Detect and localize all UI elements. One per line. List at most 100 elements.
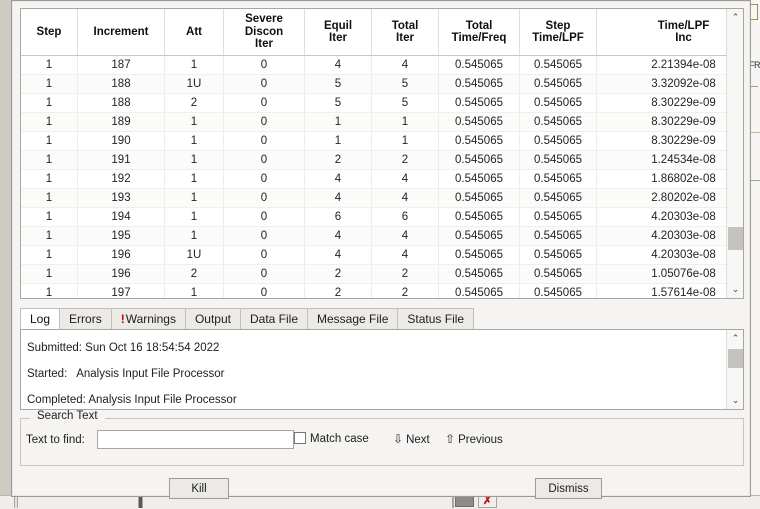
scroll-up-icon[interactable]: ⌃: [727, 9, 743, 26]
cell-step: 1: [21, 93, 78, 113]
column-header-line: Iter: [396, 32, 414, 44]
cell-step_time_lpf: 0.545065: [519, 207, 597, 227]
table-row[interactable]: 1 195 1 0 4 4 0.545065 0.545065 4.20303e-08: [21, 226, 743, 246]
tab-status-file[interactable]: Status File: [397, 308, 475, 329]
search-input[interactable]: [97, 430, 294, 449]
cell-severe_discon: 0: [223, 245, 305, 265]
column-header-severe_discon[interactable]: Severe Discon Iter: [223, 9, 305, 56]
column-header-time_lpf_inc[interactable]: Time/LPF Inc: [596, 9, 743, 56]
tab-data-file[interactable]: Data File: [239, 308, 309, 329]
column-header-equil_iter[interactable]: Equil Iter: [304, 9, 372, 56]
cell-total_iter: 2: [371, 264, 439, 284]
table-row[interactable]: 1 196 1U 0 4 4 0.545065 0.545065 4.20303e-08: [21, 245, 743, 265]
table-scrollbar-thumb[interactable]: [728, 227, 743, 251]
log-vertical-scrollbar[interactable]: ⌃ ⌄: [726, 330, 743, 409]
tab-warnings[interactable]: !Warnings: [110, 308, 186, 329]
output-tabbar: Log Errors !Warnings Output Data File Message…: [20, 307, 744, 329]
cell-time_lpf_inc: 8.30229e-09: [596, 93, 743, 113]
cell-time_lpf_inc: 1.86802e-08: [596, 169, 743, 189]
column-header-line: Severe: [245, 13, 283, 26]
match-case-checkbox[interactable]: Match case: [294, 432, 369, 445]
cell-step: 1: [21, 131, 78, 151]
cell-step: 1: [21, 150, 78, 170]
find-previous-button[interactable]: ⇧ Previous: [445, 432, 503, 446]
table-row[interactable]: 1 194 1 0 6 6 0.545065 0.545065 4.20303e-08: [21, 207, 743, 227]
column-header-line: Time/LPF: [657, 19, 710, 32]
cell-step_time_lpf: 0.545065: [519, 226, 597, 246]
column-header-increment[interactable]: Increment: [77, 9, 165, 56]
cell-equil_iter: 5: [304, 74, 372, 94]
table-row[interactable]: 1 188 2 0 5 5 0.545065 0.545065 8.30229e-09: [21, 93, 743, 113]
table-row[interactable]: 1 189 1 0 1 1 0.545065 0.545065 8.30229e-09: [21, 112, 743, 132]
column-header-step_time_lpf[interactable]: Step Time/LPF: [519, 9, 597, 56]
scroll-down-icon[interactable]: ⌄: [727, 392, 743, 409]
checkbox-box-icon[interactable]: [294, 432, 306, 444]
log-scrollbar-thumb[interactable]: [728, 348, 743, 368]
iteration-table-body: 1 187 1 0 4 4 0.545065 0.545065 2.21394e-08 1 188 1…: [21, 55, 743, 298]
table-row[interactable]: 1 188 1U 0 5 5 0.545065 0.545065 3.32092e-08: [21, 74, 743, 94]
cell-severe_discon: 0: [223, 169, 305, 189]
kill-button[interactable]: Kill: [169, 478, 229, 499]
tab-output[interactable]: Output: [184, 308, 241, 329]
cell-total_time_freq: 0.545065: [438, 150, 520, 170]
cell-increment: 190: [77, 131, 165, 151]
tab-log[interactable]: Log: [20, 308, 61, 329]
column-header-line: Time/Freq: [451, 32, 507, 44]
cell-time_lpf_inc: 8.30229e-09: [596, 112, 743, 132]
cell-severe_discon: 0: [223, 226, 305, 246]
cell-equil_iter: 1: [304, 131, 372, 151]
cell-time_lpf_inc: 8.30229e-09: [596, 131, 743, 151]
cell-total_time_freq: 0.545065: [438, 264, 520, 284]
tab-label: Status File: [407, 312, 465, 326]
cell-total_iter: 4: [371, 188, 439, 208]
tab-errors[interactable]: Errors: [59, 308, 112, 329]
table-row[interactable]: 1 191 1 0 2 2 0.545065 0.545065 1.24534e-08: [21, 150, 743, 170]
column-header-line: Step: [36, 25, 62, 38]
cell-total_iter: 1: [371, 112, 439, 132]
cell-step_time_lpf: 0.545065: [519, 169, 597, 189]
column-header-total_time_freq[interactable]: Total Time/Freq: [438, 9, 520, 56]
log-panel[interactable]: Submitted: Sun Oct 16 18:54:54 2022 Star…: [20, 329, 744, 410]
cell-total_iter: 1: [371, 131, 439, 151]
table-row[interactable]: 1 187 1 0 4 4 0.545065 0.545065 2.21394e-08: [21, 55, 743, 75]
cell-increment: 194: [77, 207, 165, 227]
cell-severe_discon: 0: [223, 74, 305, 94]
find-next-button[interactable]: ⇩ Next: [393, 432, 430, 446]
cell-total_time_freq: 0.545065: [438, 93, 520, 113]
tab-label: Log: [30, 312, 51, 326]
tab-message-file[interactable]: Message File: [307, 308, 399, 329]
log-text: Submitted: Sun Oct 16 18:54:54 2022 Star…: [27, 342, 237, 406]
cell-total_time_freq: 0.545065: [438, 169, 520, 189]
column-header-total_iter[interactable]: Total Iter: [371, 9, 439, 56]
cell-time_lpf_inc: 2.80202e-08: [596, 188, 743, 208]
table-row[interactable]: 1 190 1 0 1 1 0.545065 0.545065 8.30229e-09: [21, 131, 743, 151]
dismiss-button[interactable]: Dismiss: [535, 478, 602, 499]
cell-att: 1U: [164, 74, 224, 94]
cell-total_time_freq: 0.545065: [438, 131, 520, 151]
table-vertical-scrollbar[interactable]: ⌃ ⌄: [726, 9, 743, 298]
iteration-table: Step Increment Att Severe Discon Iter Equil Ite…: [21, 9, 743, 298]
cell-step_time_lpf: 0.545065: [519, 283, 597, 298]
cell-severe_discon: 0: [223, 283, 305, 298]
cell-total_iter: 6: [371, 207, 439, 227]
cell-total_time_freq: 0.545065: [438, 188, 520, 208]
background-toolbar-seg: [452, 497, 454, 508]
find-previous-label: Previous: [458, 434, 503, 446]
cell-total_time_freq: 0.545065: [438, 112, 520, 132]
cell-increment: 193: [77, 188, 165, 208]
cell-total_time_freq: 0.545065: [438, 207, 520, 227]
cell-att: 2: [164, 264, 224, 284]
cell-total_iter: 4: [371, 226, 439, 246]
cell-time_lpf_inc: 4.20303e-08: [596, 226, 743, 246]
table-row[interactable]: 1 197 1 0 2 2 0.545065 0.545065 1.57614e-08: [21, 283, 743, 298]
background-toolbar-seg: [14, 497, 18, 508]
column-header-att[interactable]: Att: [164, 9, 224, 56]
scroll-up-icon[interactable]: ⌃: [727, 330, 743, 347]
cell-equil_iter: 4: [304, 245, 372, 265]
table-row[interactable]: 1 192 1 0 4 4 0.545065 0.545065 1.86802e-08: [21, 169, 743, 189]
table-row[interactable]: 1 193 1 0 4 4 0.545065 0.545065 2.80202e-08: [21, 188, 743, 208]
cell-att: 1: [164, 112, 224, 132]
scroll-down-icon[interactable]: ⌄: [727, 281, 743, 298]
table-row[interactable]: 1 196 2 0 2 2 0.545065 0.545065 1.05076e-08: [21, 264, 743, 284]
column-header-step[interactable]: Step: [21, 9, 78, 56]
